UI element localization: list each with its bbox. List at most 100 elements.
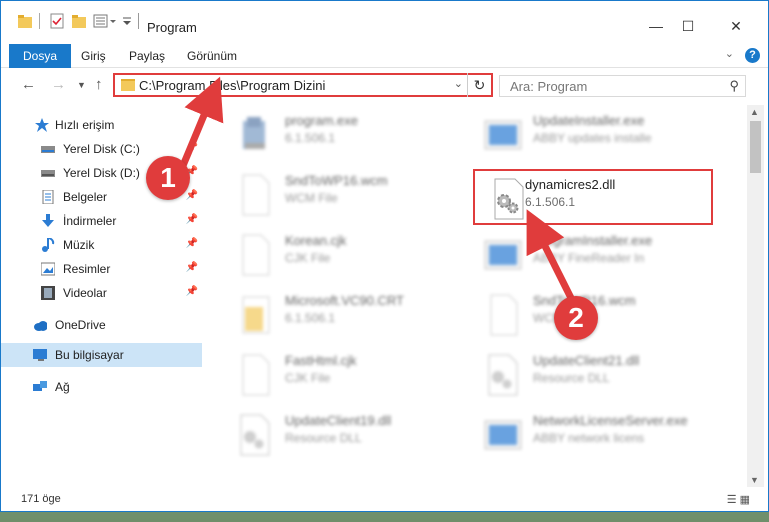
file-description: ABBY updates installe (533, 131, 652, 145)
file-item[interactable]: UpdateClient21.dll Resource DLL (469, 347, 709, 403)
sidebar-item-label: Videolar (63, 286, 107, 300)
file-name: Microsoft.VC90.CRT (285, 293, 404, 308)
file-item[interactable]: ProgramInstaller.exe ABBY FineReader In (469, 227, 709, 283)
file-name: NetworkLicenseServer.exe (533, 413, 688, 428)
maximize-button[interactable]: ☐ (665, 11, 711, 41)
file-name: program.exe (285, 113, 358, 128)
customize-toolbar-icon[interactable] (121, 13, 133, 29)
search-icon[interactable]: ⚲ (729, 78, 739, 94)
file-item[interactable]: UpdateInstaller.exe ABBY updates install… (469, 107, 709, 163)
installer-icon (243, 117, 265, 149)
item-count: 171 öge (21, 493, 61, 505)
vertical-scrollbar[interactable]: ▲ ▼ (747, 105, 764, 487)
file-item[interactable]: Microsoft.VC90.CRT 6.1.506.1 (221, 287, 461, 343)
callout-badge-2: 2 (554, 296, 598, 340)
sidebar-item-downloads[interactable]: İndirmeler 📌 (1, 209, 202, 233)
file-type: CJK File (285, 251, 331, 265)
pin-icon[interactable]: 📌 (186, 142, 198, 153)
explorer-window: Program — ☐ ✕ Dosya Giriş Paylaş Görünüm… (0, 0, 769, 512)
pin-icon[interactable]: 📌 (186, 262, 198, 273)
up-arrow-icon[interactable]: ↑ (95, 76, 103, 93)
app-window-icon (484, 120, 522, 150)
tab-share[interactable]: Paylaş (129, 44, 165, 68)
scrollbar-thumb[interactable] (750, 121, 761, 173)
recent-locations-icon[interactable]: ▼ (77, 80, 86, 90)
forward-arrow-icon[interactable]: → (51, 76, 66, 93)
file-item[interactable]: program.exe 6.1.506.1 (221, 107, 461, 163)
properties-icon[interactable] (49, 13, 65, 29)
blank-file-icon (242, 354, 270, 396)
file-description: ABBY network licens (533, 431, 645, 445)
file-type: Resource DLL (533, 371, 610, 385)
sidebar-item-label: Bu bilgisayar (55, 348, 124, 362)
sidebar-item-network[interactable]: Ağ (1, 375, 202, 399)
sidebar-item-label: Müzik (63, 238, 95, 252)
sidebar-item-this-pc[interactable]: Bu bilgisayar (1, 343, 202, 367)
file-name: UpdateClient19.dll (285, 413, 392, 428)
view-options-icon[interactable] (93, 13, 117, 29)
drive-icon (41, 146, 55, 153)
drive-icon (41, 170, 55, 177)
tab-view[interactable]: Görünüm (187, 44, 237, 68)
blank-file-icon (242, 234, 270, 276)
music-icon (42, 238, 55, 252)
folder-file-icon (242, 296, 270, 334)
ribbon-tabs: Dosya Giriş Paylaş Görünüm ⌄ ? (1, 44, 768, 100)
refresh-icon[interactable]: ↻ (467, 73, 491, 97)
search-input[interactable]: Ara: Program ⚲ (499, 75, 746, 97)
pin-icon[interactable]: 📌 (186, 238, 198, 249)
file-type: WCM File (285, 191, 338, 205)
file-item[interactable]: UpdateClient19.dll Resource DLL (221, 407, 461, 463)
file-item[interactable]: SndToWP16.wcm WCM File (221, 167, 461, 223)
file-name: UpdateInstaller.exe (533, 113, 645, 128)
status-bar: 171 öge ☰ ▦ (1, 489, 768, 511)
file-name: dynamicres2.dll (525, 177, 616, 192)
close-button[interactable]: ✕ (713, 11, 759, 41)
sidebar-item-label: Hızlı erişim (55, 118, 115, 132)
file-item[interactable]: NetworkLicenseServer.exe ABBY network li… (469, 407, 709, 463)
help-icon[interactable]: ? (745, 48, 760, 63)
computer-icon (33, 349, 47, 361)
file-type: CJK File (285, 371, 331, 385)
sidebar-item-videos[interactable]: Videolar 📌 (1, 281, 202, 305)
sidebar-item-onedrive[interactable]: OneDrive (1, 313, 202, 337)
address-path[interactable]: C:\Program Files\Program Dizini (139, 78, 325, 93)
file-name: SndToWP16.wcm (285, 173, 388, 188)
sidebar-item-label: OneDrive (55, 318, 106, 332)
back-arrow-icon[interactable]: ← (21, 76, 36, 93)
network-icon (33, 381, 47, 391)
sidebar-item-label: İndirmeler (63, 214, 117, 228)
file-item-dynamicres2-dll[interactable]: dynamicres2.dll 6.1.506.1 (473, 169, 713, 225)
dll-gear-icon (240, 414, 270, 456)
tab-home[interactable]: Giriş (81, 44, 106, 68)
file-name: FastHtml.cjk (285, 353, 357, 368)
scroll-down-icon[interactable]: ▼ (750, 475, 759, 485)
pictures-icon (41, 262, 55, 276)
callout-badge-1: 1 (146, 156, 190, 200)
new-folder-icon[interactable] (71, 13, 87, 29)
sidebar-item-label: Resimler (63, 262, 111, 276)
file-item[interactable]: Korean.cjk CJK File (221, 227, 461, 283)
file-name: Korean.cjk (285, 233, 347, 248)
scroll-up-icon[interactable]: ▲ (750, 107, 759, 117)
sidebar-item-pictures[interactable]: Resimler 📌 (1, 257, 202, 281)
file-item[interactable]: FastHtml.cjk CJK File (221, 347, 461, 403)
ribbon-expand-icon[interactable]: ⌄ (725, 47, 734, 60)
title-bar: Program — ☐ ✕ (1, 1, 768, 41)
sidebar-item-quick-access[interactable]: Hızlı erişim (1, 113, 202, 137)
file-version: 6.1.506.1 (285, 311, 336, 325)
sidebar-item-music[interactable]: Müzik 📌 (1, 233, 202, 257)
videos-icon (41, 286, 55, 300)
pin-icon[interactable]: 📌 (186, 286, 198, 297)
chevron-down-icon[interactable]: ⌄ (454, 77, 463, 90)
address-bar[interactable]: C:\Program Files\Program Dizini ⌄ ↻ (113, 73, 493, 97)
blank-file-icon (490, 294, 518, 336)
pin-icon[interactable]: 📌 (186, 190, 198, 201)
sidebar-item-label: Yerel Disk (D:) (63, 166, 140, 180)
sidebar-item-label: Ağ (55, 380, 70, 394)
pin-icon[interactable]: 📌 (186, 214, 198, 225)
view-toggle-icons[interactable]: ☰ ▦ (727, 493, 750, 506)
file-name: UpdateClient21.dll (533, 353, 640, 368)
folder-icon (18, 15, 32, 28)
file-description: ABBY FineReader In (533, 251, 645, 265)
